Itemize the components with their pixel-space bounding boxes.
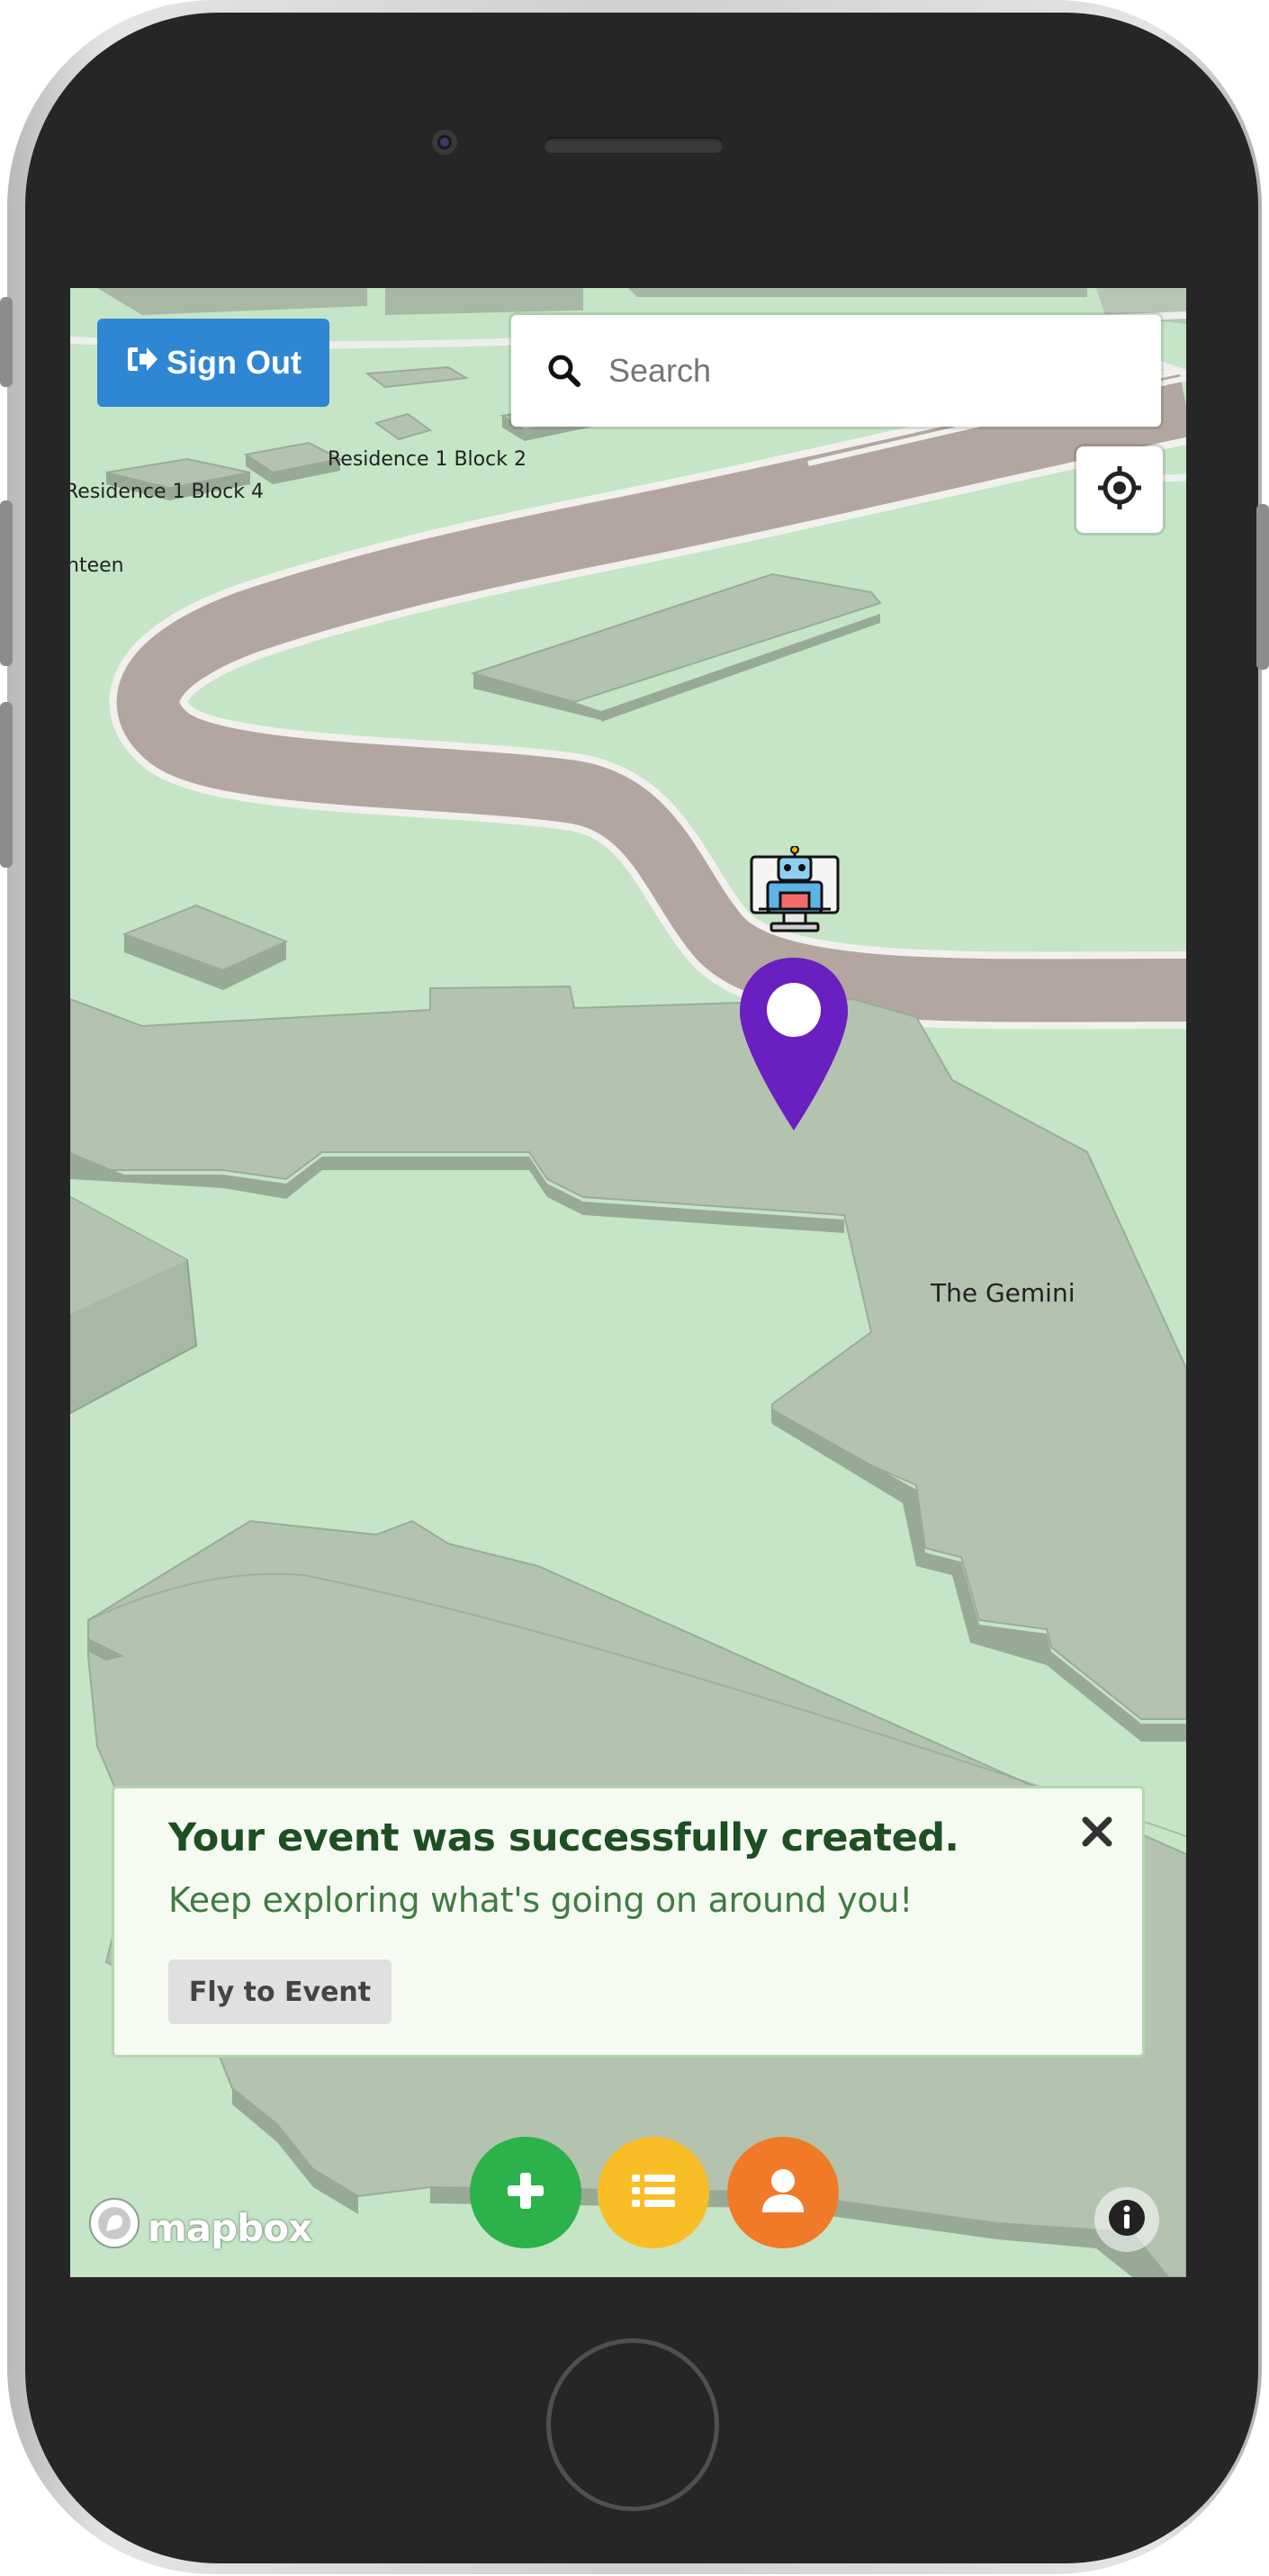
search-icon	[545, 352, 583, 390]
notification-title: Your event was successfully created.	[168, 1815, 959, 1860]
map-label-canteen: nteen	[70, 554, 124, 577]
map-label-the-gemini: The Gemini	[931, 1278, 1076, 1308]
profile-button[interactable]	[727, 2137, 839, 2248]
list-icon	[630, 2171, 677, 2214]
search-input[interactable]	[607, 351, 1114, 391]
volume-down-button	[0, 702, 13, 868]
mapbox-logo-icon	[86, 2195, 142, 2260]
earpiece-speaker	[544, 137, 724, 153]
event-list-button[interactable]	[598, 2137, 709, 2248]
power-button	[1256, 504, 1269, 670]
user-icon	[760, 2167, 806, 2218]
mapbox-wordmark: mapbox	[148, 2205, 312, 2250]
close-icon	[1082, 1816, 1112, 1851]
mute-switch	[0, 297, 13, 387]
event-created-notification: Your event was successfully created. Kee…	[112, 1786, 1145, 2058]
app-screen: Residence 1 Block 2 Residence 1 Block 4 …	[70, 288, 1186, 2277]
fly-to-event-button[interactable]: Fly to Event	[168, 1959, 392, 2024]
geolocate-button[interactable]	[1076, 446, 1163, 533]
attribution-info-button[interactable]	[1094, 2187, 1159, 2252]
front-camera	[432, 130, 457, 155]
event-location-marker[interactable]	[736, 954, 851, 1134]
map-label-residence-block-2: Residence 1 Block 2	[328, 448, 526, 471]
plus-icon	[504, 2169, 547, 2216]
home-button[interactable]	[546, 2338, 719, 2511]
sign-out-icon	[125, 342, 159, 384]
crosshair-icon	[1096, 464, 1143, 515]
search-bar[interactable]	[511, 315, 1161, 427]
robot-event-icon[interactable]	[748, 845, 842, 936]
notification-message: Keep exploring what's going on around yo…	[168, 1880, 914, 1920]
close-notification-button[interactable]	[1076, 1812, 1119, 1855]
volume-up-button	[0, 500, 13, 666]
map-label-residence-block-4: Residence 1 Block 4	[70, 481, 264, 503]
mapbox-logo[interactable]: mapbox	[86, 2195, 312, 2260]
sign-out-button[interactable]: Sign Out	[97, 319, 329, 407]
info-icon	[1107, 2198, 1147, 2241]
add-event-button[interactable]	[470, 2137, 581, 2248]
sign-out-label: Sign Out	[166, 344, 302, 381]
